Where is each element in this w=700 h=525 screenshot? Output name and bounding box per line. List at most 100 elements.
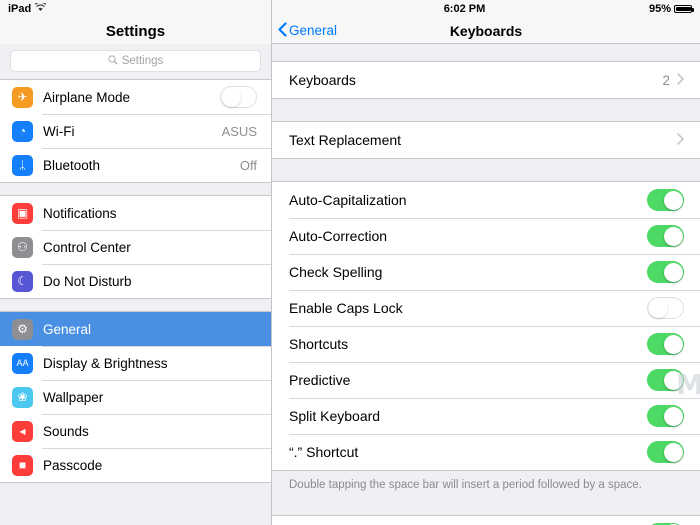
search-container: Settings <box>0 44 271 79</box>
sidebar-item-display-brightness[interactable]: AA Display & Brightness <box>0 346 271 380</box>
shortcut-toggle[interactable] <box>647 441 684 463</box>
settings-row-control <box>647 261 684 283</box>
sidebar-item-bluetooth[interactable]: ᛦ Bluetooth Off <box>0 148 271 182</box>
sidebar-item-sounds[interactable]: ◂ Sounds <box>0 414 271 448</box>
settings-row-control <box>647 441 684 463</box>
sidebar-item-control-center[interactable]: ⚇ Control Center <box>0 230 271 264</box>
airplane-mode-toggle[interactable] <box>220 86 257 108</box>
check-spelling-toggle[interactable] <box>647 261 684 283</box>
airplane-icon: ✈ <box>12 86 33 108</box>
wifi-icon: ◔ <box>12 120 33 142</box>
sidebar-item-label: General <box>43 321 92 337</box>
predictive-toggle[interactable] <box>647 369 684 391</box>
settings-row-control <box>647 369 684 391</box>
settings-row-label: Shortcuts <box>289 336 349 352</box>
settings-row-auto-capitalization[interactable]: Auto-Capitalization <box>272 182 700 218</box>
toggle-knob <box>648 298 668 318</box>
toggle-knob <box>663 262 683 282</box>
control-center-icon: ⚇ <box>12 236 33 258</box>
sidebar-groups: ✈ Airplane Mode ◔ Wi-Fi ASUS ᛦ Bluetooth Off ▣ No… <box>0 79 271 483</box>
toggle-knob <box>221 87 241 107</box>
toggle-knob <box>663 370 683 390</box>
sidebar-item-label: Notifications <box>43 205 117 221</box>
settings-row-split-keyboard[interactable]: Split Keyboard <box>272 398 700 434</box>
settings-row-label: Auto-Capitalization <box>289 192 407 208</box>
sidebar-item-control <box>220 86 257 108</box>
settings-row-auto-correction[interactable]: Auto-Correction <box>272 218 700 254</box>
settings-row-label: Keyboards <box>289 72 356 88</box>
search-input[interactable]: Settings <box>10 50 261 72</box>
sidebar-item-wi-fi[interactable]: ◔ Wi-Fi ASUS <box>0 114 271 148</box>
sidebar-item-general[interactable]: ⚙ General <box>0 312 271 346</box>
sidebar-title: Settings <box>105 22 166 40</box>
device-name-label: iPad <box>8 3 32 15</box>
lock-icon: ■ <box>12 454 33 476</box>
back-button-label: General <box>289 23 338 38</box>
settings-row-label: Check Spelling <box>289 264 383 280</box>
toggle-knob <box>663 190 683 210</box>
additional-options-card <box>272 514 700 525</box>
enable-caps-lock-toggle[interactable] <box>647 297 684 319</box>
settings-row-control: 2 <box>662 73 684 88</box>
settings-scroll-area[interactable]: Keyboards 2 Text Replacement Auto-Capital… <box>272 45 700 525</box>
settings-row-row-0[interactable] <box>272 515 700 525</box>
settings-row-check-spelling[interactable]: Check Spelling <box>272 254 700 290</box>
sidebar-item-do-not-disturb[interactable]: ☾ Do Not Disturb <box>0 264 271 298</box>
sidebar-item-value: ASUS <box>221 123 257 139</box>
sidebar-item-notifications[interactable]: ▣ Notifications <box>0 196 271 230</box>
sidebar-item-label: Wallpaper <box>43 389 104 405</box>
sidebar-group-2: ⚙ General AA Display & Brightness ❀ Wallpaper… <box>0 311 271 483</box>
settings-row-label: Auto-Correction <box>289 228 388 244</box>
settings-row-label: Split Keyboard <box>289 408 381 424</box>
settings-row-label: Text Replacement <box>289 132 402 148</box>
settings-row-control <box>647 405 684 427</box>
back-button[interactable]: General <box>272 21 338 40</box>
keyboard-options-card: Auto-Capitalization Auto-Correction Check … <box>272 181 700 471</box>
keyboards-detail-panel: 6:02 PM 95% General Keyboards Keyboards … <box>272 0 700 525</box>
main-status-bar: 6:02 PM 95% <box>272 0 700 18</box>
sidebar-header: Settings <box>0 18 271 44</box>
sidebar-item-passcode[interactable]: ■ Passcode <box>0 448 271 482</box>
settings-row-keyboards[interactable]: Keyboards 2 <box>272 62 700 98</box>
settings-row-label: Predictive <box>289 372 351 388</box>
sidebar-item-label: Wi-Fi <box>43 123 75 139</box>
battery-icon <box>673 5 694 13</box>
settings-row-control <box>647 297 684 319</box>
sidebar-item-label: Do Not Disturb <box>43 273 132 289</box>
settings-row-control <box>647 189 684 211</box>
wifi-icon <box>34 1 47 15</box>
battery-percent-label: 95% <box>648 3 671 15</box>
settings-row-shortcut[interactable]: “.” Shortcut <box>272 434 700 470</box>
split-keyboard-toggle[interactable] <box>647 405 684 427</box>
settings-row-shortcuts[interactable]: Shortcuts <box>272 326 700 362</box>
sidebar-group-0: ✈ Airplane Mode ◔ Wi-Fi ASUS ᛦ Bluetooth Off <box>0 79 271 183</box>
wallpaper-icon: ❀ <box>12 386 33 408</box>
bluetooth-icon: ᛦ <box>12 154 33 176</box>
sidebar-item-label: Airplane Mode <box>43 89 131 105</box>
settings-sidebar: iPad Settings Settings ✈ Airplane Mode ◔… <box>0 0 272 525</box>
toggle-knob <box>663 442 683 462</box>
ipad-settings-screen: iPad Settings Settings ✈ Airplane Mode ◔… <box>0 0 700 525</box>
shortcuts-toggle[interactable] <box>647 333 684 355</box>
sidebar-group-gap <box>0 183 271 195</box>
sidebar-item-label: Bluetooth <box>43 157 101 173</box>
search-icon <box>108 54 118 68</box>
navigation-bar: General Keyboards <box>272 18 700 44</box>
settings-row-predictive[interactable]: Predictive <box>272 362 700 398</box>
settings-row-control <box>677 133 684 147</box>
status-bar-left: iPad <box>8 1 47 15</box>
sidebar-item-airplane-mode[interactable]: ✈ Airplane Mode <box>0 80 271 114</box>
settings-row-text-replacement[interactable]: Text Replacement <box>272 122 700 158</box>
chevron-left-icon <box>278 21 287 40</box>
keyboards-card: Keyboards 2 <box>272 61 700 99</box>
do-not-disturb-icon: ☾ <box>12 270 33 292</box>
auto-correction-toggle[interactable] <box>647 225 684 247</box>
sidebar-item-label: Control Center <box>43 239 131 255</box>
settings-row-control <box>647 333 684 355</box>
sidebar-item-wallpaper[interactable]: ❀ Wallpaper <box>0 380 271 414</box>
settings-row-label: Enable Caps Lock <box>289 300 403 316</box>
settings-row-enable-caps-lock[interactable]: Enable Caps Lock <box>272 290 700 326</box>
sidebar-group-1: ▣ Notifications ⚇ Control Center ☾ Do Not Dis… <box>0 195 271 299</box>
auto-capitalization-toggle[interactable] <box>647 189 684 211</box>
sidebar-item-label: Sounds <box>43 423 89 439</box>
